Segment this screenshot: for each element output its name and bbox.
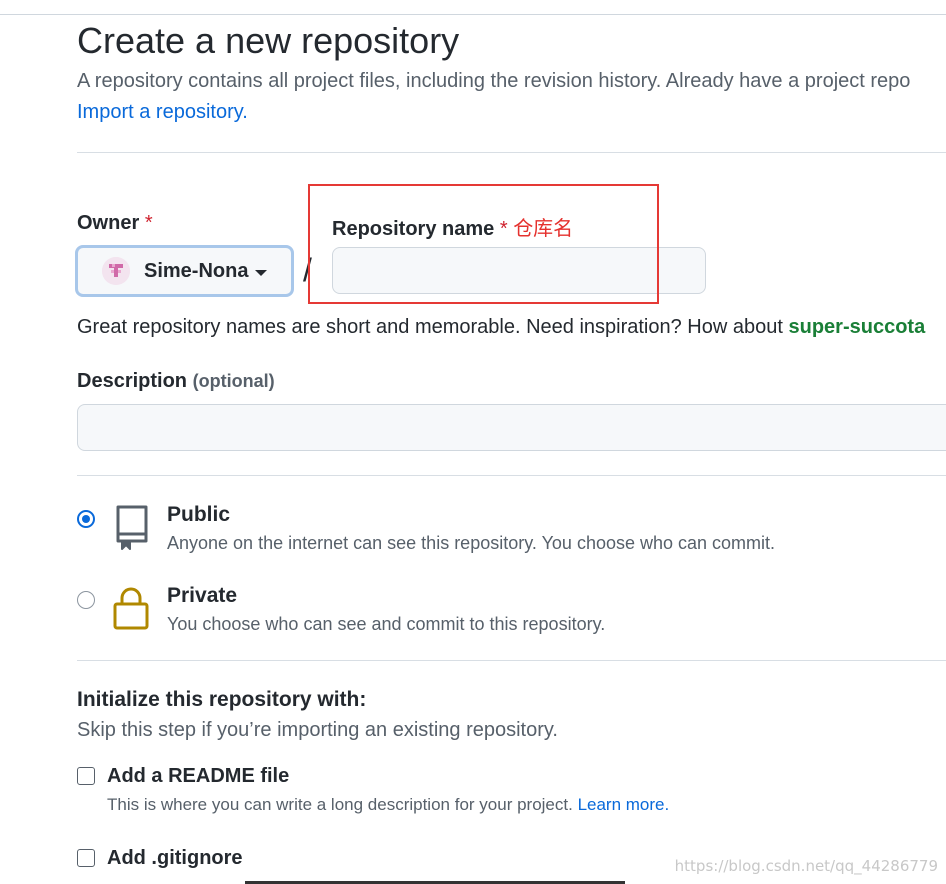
public-radio[interactable]	[77, 510, 95, 528]
top-divider	[0, 14, 946, 15]
readme-label: Add a README file	[107, 765, 290, 787]
section-divider	[77, 152, 946, 153]
gitignore-label: Add .gitignore	[107, 847, 243, 869]
section-divider	[77, 660, 946, 661]
public-option-desc: Anyone on the internet can see this repo…	[167, 533, 776, 553]
repo-name-hint-text: Great repository names are short and mem…	[77, 316, 789, 338]
readme-checkbox[interactable]	[77, 767, 95, 785]
description-optional-note: (optional)	[192, 371, 275, 391]
readme-description: This is where you can write a long descr…	[107, 795, 669, 815]
readme-description-text: This is where you can write a long descr…	[107, 795, 573, 814]
gitignore-checkbox[interactable]	[77, 849, 95, 867]
learn-more-link[interactable]: Learn more.	[578, 795, 670, 814]
description-input[interactable]	[77, 404, 946, 451]
public-option-title: Public	[167, 503, 231, 526]
init-title: Initialize this repository with:	[77, 688, 367, 711]
repo-name-hint: Great repository names are short and mem…	[77, 316, 925, 339]
description-label: Description (optional)	[77, 370, 275, 393]
page-title: Create a new repository	[77, 20, 460, 61]
owner-select-button[interactable]: Sime-Nona	[75, 245, 294, 297]
init-description: Skip this step if you’re importing an ex…	[77, 719, 558, 741]
owner-label: Owner *	[77, 212, 153, 235]
import-repository-link[interactable]: Import a repository.	[77, 101, 248, 124]
owner-label-text: Owner	[77, 212, 140, 234]
owner-required-mark: *	[144, 212, 153, 234]
repo-icon	[116, 505, 148, 550]
lock-icon	[113, 587, 149, 630]
annotation-highlight-box	[308, 184, 659, 304]
private-option-desc: You choose who can see and commit to thi…	[167, 614, 606, 634]
owner-name: Sime-Nona	[144, 259, 249, 282]
page-description: A repository contains all project files,…	[77, 70, 911, 92]
owner-avatar	[102, 257, 130, 285]
name-suggestion[interactable]: super-succota	[788, 316, 925, 338]
caret-down-icon	[255, 269, 268, 276]
private-option-title: Private	[167, 584, 238, 607]
watermark: https://blog.csdn.net/qq_44286779	[674, 857, 938, 875]
section-divider	[77, 475, 946, 476]
description-label-text: Description	[77, 370, 188, 392]
private-radio[interactable]	[77, 591, 95, 609]
